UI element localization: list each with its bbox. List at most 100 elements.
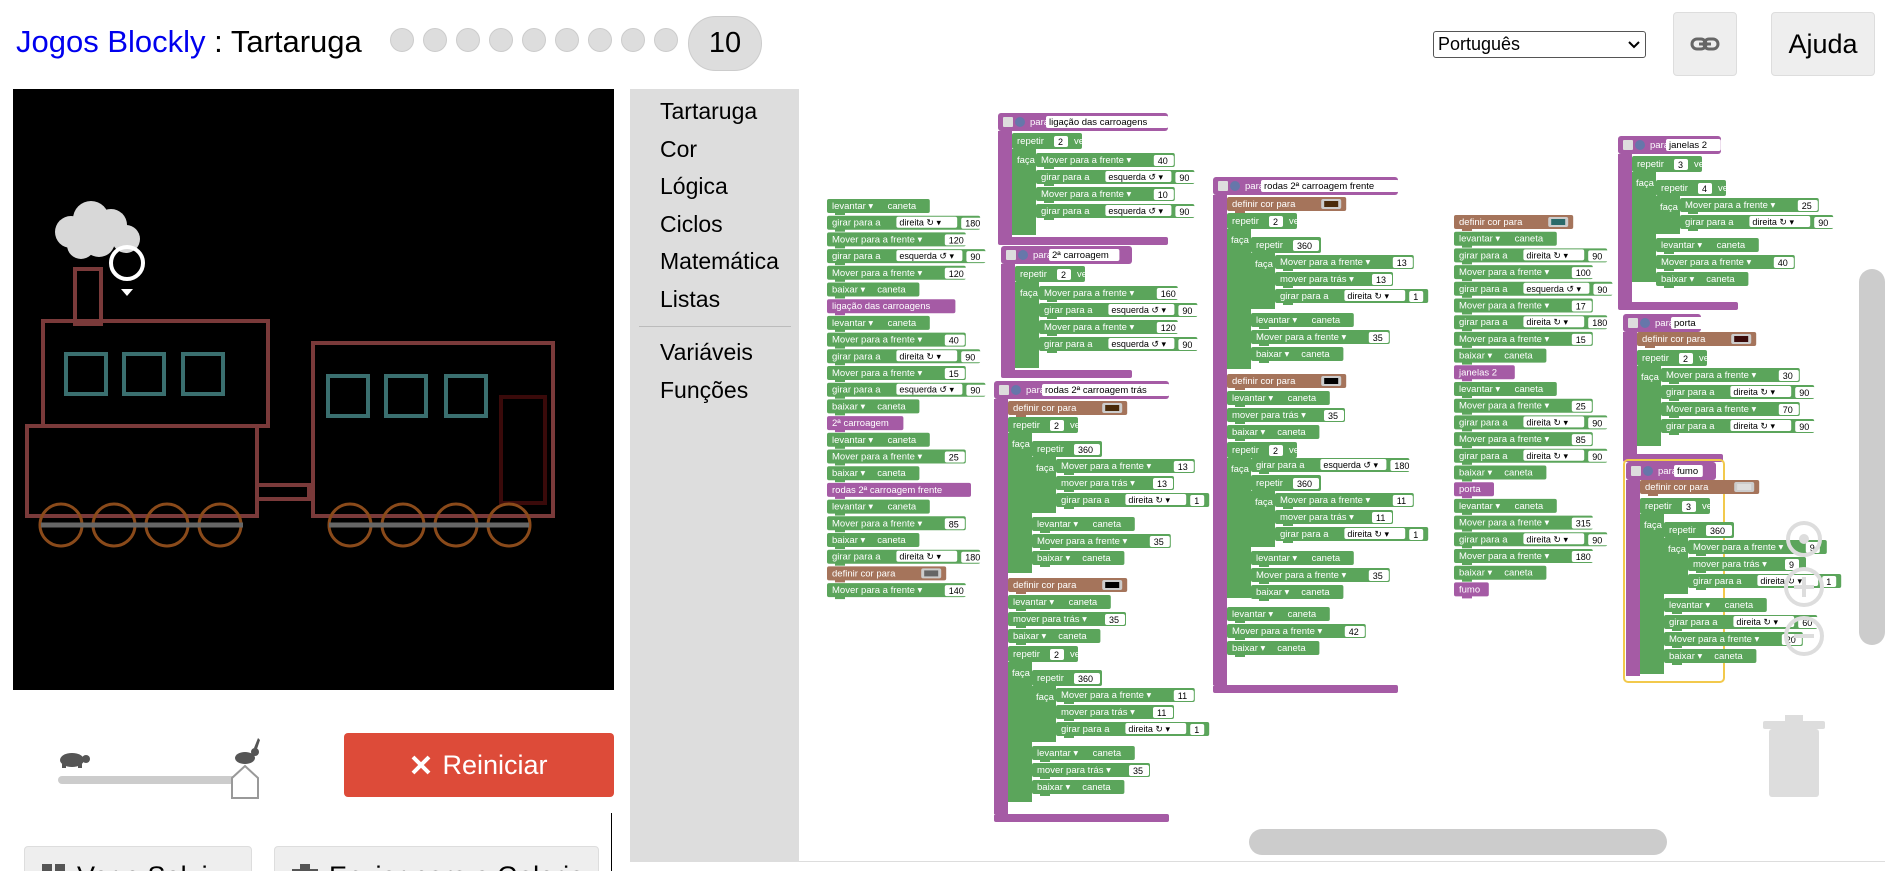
function-definition[interactable]: para porta	[1623, 314, 1705, 332]
current-level-badge[interactable]: 10	[688, 16, 762, 71]
blockly-workspace[interactable]: Tartaruga Cor Lógica Ciclos Matemática L…	[630, 89, 1885, 862]
main-block-13[interactable]: 2ª carroagem	[827, 416, 904, 433]
main-block-9[interactable]: girar para a direita ↻ ▾ 90	[827, 349, 982, 366]
level-dot-2[interactable]	[423, 28, 447, 52]
toolbox-category-functions[interactable]: Funções	[660, 377, 748, 404]
block-moveback[interactable]: mover para trás ▾ 13	[1056, 476, 1174, 492]
stack-block-6[interactable]: girar para a direita ↻ ▾ 180	[1454, 315, 1615, 332]
stack-block-16[interactable]: porta	[1454, 482, 1494, 499]
block-turn[interactable]: girar para a direita ↻ ▾ 90	[1680, 215, 1835, 231]
main-block-17[interactable]: rodas 2ª carroagem frente	[827, 482, 971, 499]
block-move[interactable]: Mover para a frente ▾ 35	[1251, 568, 1390, 584]
main-block-22[interactable]: definir cor para	[827, 566, 947, 583]
block-pen[interactable]: levantar ▾ caneta	[1251, 313, 1354, 329]
block-pen[interactable]: baixar ▾ caneta	[1656, 272, 1749, 288]
repeat-block[interactable]: repetir 360 vez	[1032, 670, 1121, 686]
block-turn[interactable]: girar para a direita ↻ ▾ 1	[1056, 722, 1210, 738]
block-move[interactable]: Mover para a frente ▾ 11	[1056, 688, 1195, 704]
main-block-0[interactable]: levantar ▾ caneta	[827, 199, 930, 215]
main-block-15[interactable]: Mover para a frente ▾ 25	[827, 449, 966, 466]
block-moveback[interactable]: mover para trás ▾ 35	[1008, 612, 1126, 628]
main-block-20[interactable]: baixar ▾ caneta	[827, 533, 920, 549]
block-moveback[interactable]: mover para trás ▾ 35	[1227, 408, 1345, 424]
level-dot-7[interactable]	[588, 28, 612, 52]
block-pen[interactable]: baixar ▾ caneta	[1251, 347, 1344, 363]
stack-block-20[interactable]: Mover para a frente ▾ 180	[1454, 549, 1598, 565]
view-solution-button[interactable]: Ver o Solui	[24, 846, 252, 871]
block-pen[interactable]: levantar ▾ caneta	[1664, 598, 1767, 614]
help-button[interactable]: Ajuda	[1771, 12, 1875, 76]
block-color[interactable]: definir cor para	[1640, 480, 1760, 496]
repeat-block[interactable]: repetir 4 vez	[1656, 180, 1733, 196]
repeat-block[interactable]: repetir 360 vez	[1032, 441, 1121, 457]
stack-block-11[interactable]: Mover para a frente ▾ 25	[1454, 398, 1593, 415]
block-turn[interactable]: girar para a esquerda ↺ ▾ 90	[1039, 337, 1199, 353]
stack-block-10[interactable]: levantar ▾ caneta	[1454, 382, 1557, 398]
block-turn[interactable]: girar para a esquerda ↺ ▾ 90	[1039, 303, 1199, 319]
block-pen[interactable]: baixar ▾ caneta	[1032, 780, 1125, 796]
toolbox-category-logic[interactable]: Lógica	[660, 173, 728, 200]
stack-block-19[interactable]: girar para a direita ↻ ▾ 90	[1454, 532, 1609, 549]
block-move[interactable]: Mover para a frente ▾ 10	[1036, 187, 1175, 203]
block-moveback[interactable]: mover para trás ▾ 35	[1032, 763, 1150, 779]
toolbox-category-color[interactable]: Cor	[660, 136, 697, 163]
repeat-block[interactable]: repetir 2 vez	[1008, 646, 1085, 662]
level-dot-8[interactable]	[621, 28, 645, 52]
block-color[interactable]: definir cor para	[1227, 197, 1347, 213]
stack-block-17[interactable]: levantar ▾ caneta	[1454, 498, 1557, 515]
blocks-canvas[interactable]: levantar ▾ caneta girar para a direita ↻ ▾ 1…	[799, 89, 1885, 862]
repeat-block[interactable]: repetir 2 vez	[1227, 442, 1304, 458]
main-block-19[interactable]: Mover para a frente ▾ 85	[827, 516, 966, 533]
block-pen[interactable]: baixar ▾ caneta	[1664, 649, 1757, 665]
main-block-11[interactable]: girar para a esquerda ↺ ▾ 90	[827, 382, 987, 399]
block-move[interactable]: Mover para a frente ▾ 30	[1661, 368, 1800, 384]
main-block-14[interactable]: levantar ▾ caneta	[827, 432, 930, 449]
block-move[interactable]: Mover para a frente ▾ 70	[1661, 402, 1800, 418]
block-move[interactable]: Mover para a frente ▾ 35	[1251, 330, 1390, 346]
block-move[interactable]: Mover para a frente ▾ 35	[1032, 534, 1171, 550]
block-turn[interactable]: girar para a direita ↻ ▾ 1	[1275, 527, 1429, 543]
stack-block-22[interactable]: fumo	[1454, 582, 1489, 599]
block-pen[interactable]: levantar ▾ caneta	[1656, 238, 1759, 254]
repeat-block[interactable]: repetir 2 vez	[1637, 350, 1714, 366]
main-block-8[interactable]: Mover para a frente ▾ 40	[827, 332, 966, 349]
level-dot-5[interactable]	[522, 28, 546, 52]
main-block-2[interactable]: Mover para a frente ▾ 120	[827, 232, 971, 249]
repeat-block[interactable]: repetir 2 vez	[1008, 417, 1085, 433]
trash-icon[interactable]	[1761, 713, 1827, 799]
main-block-7[interactable]: levantar ▾ caneta	[827, 315, 930, 332]
language-select[interactable]: Português	[1433, 31, 1646, 58]
function-definition[interactable]: para rodas 2ª carroagem frente	[1213, 177, 1399, 195]
function-definition[interactable]: para ligação das carroagens	[998, 113, 1169, 131]
stack-block-21[interactable]: baixar ▾ caneta	[1454, 565, 1547, 582]
level-dot-1[interactable]	[390, 28, 414, 52]
stack-block-14[interactable]: girar para a direita ↻ ▾ 90	[1454, 448, 1609, 465]
level-dot-4[interactable]	[489, 28, 513, 52]
repeat-block[interactable]: repetir 2 vez	[1227, 213, 1304, 229]
main-block-12[interactable]: baixar ▾ caneta	[827, 399, 920, 416]
toolbox-category-loops[interactable]: Ciclos	[660, 211, 723, 238]
block-move[interactable]: Mover para a frente ▾ 11	[1275, 493, 1414, 509]
block-pen[interactable]: baixar ▾ caneta	[1251, 585, 1344, 601]
toolbox-category-math[interactable]: Matemática	[660, 248, 779, 275]
block-moveback[interactable]: mover para trás ▾ 11	[1275, 510, 1393, 526]
stack-block-2[interactable]: girar para a direita ↻ ▾ 90	[1454, 248, 1609, 265]
speed-slider[interactable]	[52, 738, 272, 799]
block-move[interactable]: Mover para a frente ▾ 160	[1039, 286, 1183, 302]
reset-zoom-icon[interactable]	[1781, 516, 1827, 562]
block-pen[interactable]: baixar ▾ caneta	[1227, 641, 1320, 657]
main-block-5[interactable]: baixar ▾ caneta	[827, 282, 920, 299]
horizontal-scrollbar[interactable]	[1249, 829, 1667, 855]
toolbox-category-lists[interactable]: Listas	[660, 286, 720, 313]
level-dot-3[interactable]	[456, 28, 480, 52]
function-definition[interactable]: para janelas 2	[1618, 136, 1721, 154]
block-move[interactable]: Mover para a frente ▾ 40	[1656, 255, 1795, 271]
stack-block-0[interactable]: definir cor para	[1454, 215, 1574, 231]
repeat-block[interactable]: repetir 2 vez	[1012, 133, 1089, 149]
stack-block-18[interactable]: Mover para a frente ▾ 315	[1454, 515, 1598, 532]
stack-block-8[interactable]: baixar ▾ caneta	[1454, 348, 1547, 365]
block-move[interactable]: Mover para a frente ▾ 42	[1227, 624, 1366, 640]
submit-gallery-button[interactable]: Enviar para a Galeria	[274, 846, 599, 871]
slider-track[interactable]	[58, 776, 258, 784]
main-block-18[interactable]: levantar ▾ caneta	[827, 499, 930, 516]
